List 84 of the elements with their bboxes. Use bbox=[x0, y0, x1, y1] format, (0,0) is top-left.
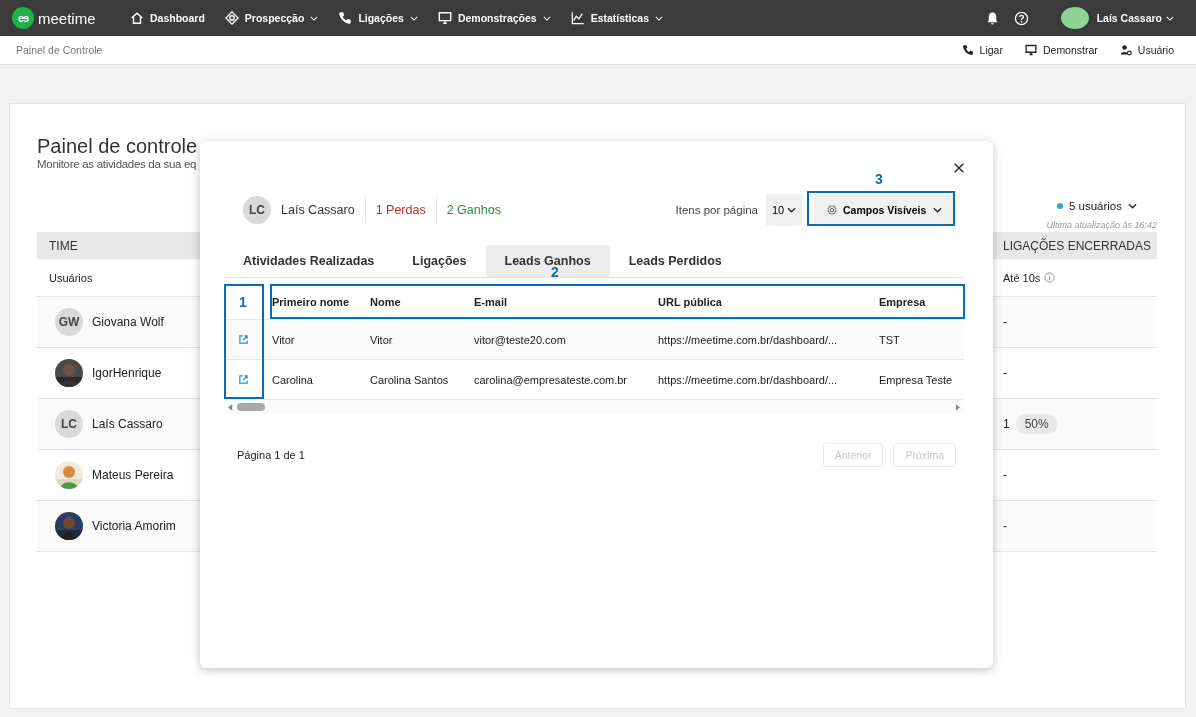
table-cell-text: carolina@empresateste.com.br bbox=[473, 373, 628, 386]
tab[interactable]: Leads Perdidos bbox=[609, 245, 741, 277]
user-name: Laís Cassaro bbox=[92, 417, 163, 431]
action-link[interactable]: Ligar bbox=[961, 44, 1003, 56]
annotation-number: 1 bbox=[239, 294, 247, 310]
visible-fields-button[interactable]: Campos Visíveis bbox=[814, 194, 954, 226]
brand-name[interactable]: meetime bbox=[38, 9, 96, 27]
user-avatar: LC bbox=[55, 410, 83, 438]
external-link-icon[interactable] bbox=[237, 374, 249, 385]
monitor-icon bbox=[1024, 44, 1037, 56]
annotation-number: 3 bbox=[875, 171, 883, 187]
column-header: Nome bbox=[369, 296, 402, 308]
annotation-number: 2 bbox=[551, 264, 559, 280]
items-per-page-label: Itens por página bbox=[675, 204, 758, 216]
table-cell-text: TST bbox=[878, 333, 901, 346]
table-cell-text: Vitor bbox=[271, 333, 296, 346]
users-filter[interactable]: 5 usuários bbox=[1056, 200, 1137, 212]
user-name: Giovana Wolf bbox=[92, 315, 164, 329]
home-icon bbox=[130, 11, 144, 25]
user-menu[interactable]: Laís Cassaro bbox=[1096, 12, 1174, 24]
table-cell: - bbox=[1003, 519, 1007, 533]
action-link[interactable]: Usuário bbox=[1119, 44, 1174, 56]
table-cell-text: Carolina bbox=[271, 373, 314, 386]
table-cell-text: https://meetime.com.br/dashboard/... bbox=[657, 373, 839, 386]
column-header: E-mail bbox=[473, 296, 508, 308]
table-cell-text: vitor@teste20.com bbox=[473, 333, 567, 346]
wins-count: 2 Ganhos bbox=[446, 203, 501, 217]
monitor-icon bbox=[437, 11, 452, 25]
user-avatar: GW bbox=[55, 308, 83, 336]
info-icon bbox=[1044, 272, 1056, 283]
user-avatar: LC bbox=[243, 196, 271, 224]
nav-item[interactable]: Demonstrações bbox=[437, 11, 551, 25]
scrollbar-thumb[interactable] bbox=[237, 403, 265, 411]
column-header: URL pública bbox=[657, 296, 723, 308]
table-cell-text: https://meetime.com.br/dashboard/... bbox=[657, 333, 839, 346]
phone-icon bbox=[961, 44, 974, 56]
action-link[interactable]: Demonstrar bbox=[1024, 44, 1098, 56]
nav-item[interactable]: Ligações bbox=[338, 11, 418, 25]
tab[interactable]: Atividades Realizadas bbox=[224, 245, 394, 277]
column-header: Usuários bbox=[49, 271, 93, 284]
column-group-label: LIGAÇÕES ENCERRADAS bbox=[1003, 238, 1153, 253]
caret-icon bbox=[933, 207, 942, 213]
table-cell: - bbox=[1003, 315, 1007, 329]
last-update: Última atualização às 16:42 bbox=[1045, 220, 1157, 232]
caret-icon bbox=[1128, 203, 1137, 209]
breadcrumb: Painel de Controle bbox=[16, 44, 103, 56]
tab[interactable]: Ligações bbox=[393, 245, 486, 277]
external-link-icon[interactable] bbox=[237, 334, 249, 345]
nav-item[interactable]: Dashboard bbox=[130, 11, 205, 25]
items-per-page-select[interactable]: 10 bbox=[766, 194, 802, 226]
user-settings-icon bbox=[1119, 44, 1132, 56]
table-cell: 1 bbox=[1003, 417, 1010, 431]
column-header: Primeiro nome bbox=[271, 296, 351, 308]
user-avatar[interactable] bbox=[1060, 7, 1089, 29]
target-icon bbox=[224, 11, 239, 25]
nav-item[interactable]: Estatísticas bbox=[570, 11, 664, 25]
page-title: Painel de controle bbox=[37, 134, 198, 158]
table-cell-text: Vitor bbox=[369, 333, 394, 346]
user-name: Mateus Pereira bbox=[92, 468, 174, 482]
page-info: Página 1 de 1 bbox=[237, 449, 305, 461]
settings-icon bbox=[826, 204, 838, 216]
caret-icon bbox=[787, 207, 797, 213]
phone-icon bbox=[338, 11, 353, 25]
percent-badge: 50% bbox=[1015, 414, 1058, 434]
user-name: IgorHenrique bbox=[92, 366, 162, 380]
column-header: Até 10s bbox=[1003, 271, 1157, 284]
chart-icon bbox=[570, 11, 585, 25]
table-cell-text: Empresa Teste bbox=[878, 373, 954, 386]
scroll-left-icon[interactable] bbox=[228, 403, 233, 411]
table-cell: - bbox=[1003, 468, 1007, 482]
caret-icon bbox=[1166, 15, 1174, 21]
help-icon[interactable] bbox=[1013, 10, 1029, 26]
column-group-label: TIME bbox=[49, 238, 78, 253]
table-cell: - bbox=[1003, 366, 1007, 380]
table-cell-text: Carolina Santos bbox=[369, 373, 450, 386]
losses-count: 1 Perdas bbox=[375, 203, 426, 217]
nav-item[interactable]: Prospecção bbox=[224, 11, 319, 25]
column-header: Empresa bbox=[878, 296, 927, 308]
page-subtitle: Monitore as atividades da sua eq bbox=[37, 158, 197, 170]
user-name: Victoria Amorim bbox=[92, 519, 176, 533]
horizontal-scrollbar[interactable] bbox=[224, 400, 964, 414]
close-icon[interactable] bbox=[953, 162, 965, 174]
user-name: Laís Cassaro bbox=[281, 203, 355, 217]
scroll-right-icon[interactable] bbox=[955, 403, 960, 411]
